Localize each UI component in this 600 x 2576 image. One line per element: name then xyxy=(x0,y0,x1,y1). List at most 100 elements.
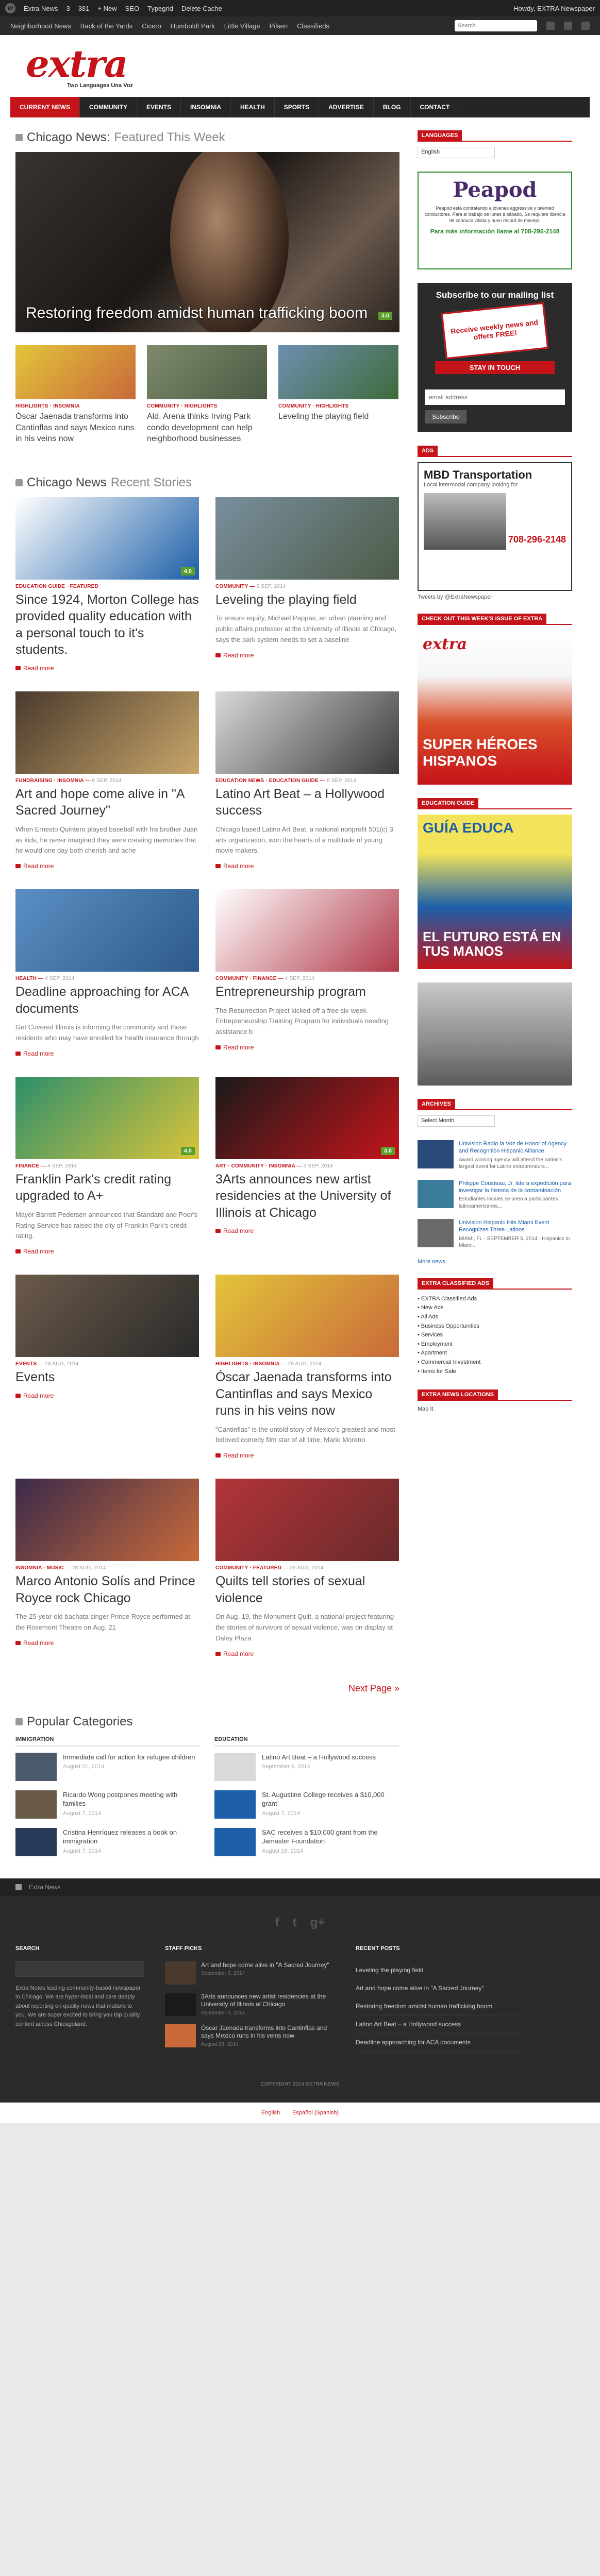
admin-typegrid[interactable]: Typegrid xyxy=(147,5,173,12)
nav-insomnia[interactable]: INSOMNIA xyxy=(181,97,231,117)
footer-recent-link[interactable]: Art and hope come alive in "A Sacred Jou… xyxy=(356,1979,526,1997)
toplink-neighborhood[interactable]: Neighborhood News xyxy=(10,22,71,30)
lang-english[interactable]: English xyxy=(261,2110,280,2116)
popular-title[interactable]: Ricardo Wong postpones meeting with fami… xyxy=(63,1790,200,1808)
read-more-link[interactable]: Read more xyxy=(15,1248,199,1255)
read-more-link[interactable]: Read more xyxy=(15,1392,199,1399)
peapod-ad[interactable]: Peapod Peapod está contratando a jóvenes… xyxy=(418,172,572,269)
twitter-icon[interactable]: t xyxy=(293,1916,297,1930)
read-more-label[interactable]: Read more xyxy=(23,1248,54,1255)
popular-item[interactable]: Latino Art Beat – a Hollywood success Sep… xyxy=(214,1752,399,1781)
college-ad[interactable] xyxy=(418,982,572,1086)
read-more-link[interactable]: Read more xyxy=(15,862,199,870)
classified-link[interactable]: Items for Sale xyxy=(418,1367,572,1377)
read-more-label[interactable]: Read more xyxy=(223,1044,254,1051)
popular-thumb[interactable] xyxy=(15,1752,57,1781)
popular-thumb[interactable] xyxy=(15,1790,57,1819)
googleplus-icon[interactable] xyxy=(581,22,590,30)
post-cat-text[interactable]: INSOMNIA · MUSIC xyxy=(15,1565,64,1571)
post-title[interactable]: Quilts tell stories of sexual violence xyxy=(215,1573,399,1606)
twitter-link[interactable]: Tweets by @ExtraNewspaper xyxy=(418,594,572,600)
twitter-icon[interactable] xyxy=(564,22,572,30)
admin-comments[interactable]: 3 xyxy=(66,5,70,12)
popular-title[interactable]: Latino Art Beat – a Hollywood success xyxy=(262,1753,376,1762)
edu-cover[interactable]: GUÍA EDUCA EL FUTURO ESTÁ EN TUS MANOS xyxy=(418,815,572,969)
post-title[interactable]: Marco Antonio Solís and Prince Royce roc… xyxy=(15,1573,199,1606)
post-title[interactable]: Latino Art Beat – a Hollywood success xyxy=(215,786,399,819)
post-title[interactable]: Franklin Park's credit rating upgraded t… xyxy=(15,1171,199,1205)
nav-contact[interactable]: CONTACT xyxy=(411,97,460,117)
staff-pick-thumb[interactable] xyxy=(165,1961,196,1985)
popular-title[interactable]: Cristina Henríquez releases a book on im… xyxy=(63,1828,200,1846)
popular-item[interactable]: Immediate call for action for refugee ch… xyxy=(15,1752,200,1781)
breadcrumb-item[interactable]: Extra News xyxy=(29,1884,60,1891)
post-category[interactable]: EDUCATION NEWS · EDUCATION GUIDE — 6 SEP… xyxy=(215,778,399,784)
post-image[interactable] xyxy=(215,1479,399,1562)
post-title[interactable]: Deadline approaching for ACA documents xyxy=(15,984,199,1017)
read-more-link[interactable]: Read more xyxy=(15,1050,199,1057)
side-news-thumb[interactable] xyxy=(418,1219,454,1248)
admin-site-link[interactable]: Extra News xyxy=(24,5,58,12)
nav-advertise[interactable]: ADVERTISE xyxy=(319,97,374,117)
next-page-link[interactable]: Next Page » xyxy=(15,1683,399,1694)
staff-pick-title[interactable]: 3Arts announces new artist residencies a… xyxy=(201,1993,335,2009)
card-image[interactable] xyxy=(278,345,398,399)
post-cat-text[interactable]: EDUCATION NEWS · EDUCATION GUIDE xyxy=(215,778,319,784)
classified-link[interactable]: EXTRA Classified Ads xyxy=(418,1295,572,1304)
language-select[interactable]: English xyxy=(418,147,495,158)
post-cat-text[interactable]: HEALTH xyxy=(15,976,37,981)
mbd-ad[interactable]: MBD Transportation Local intermodal comp… xyxy=(418,462,572,591)
toplink-back-of-yards[interactable]: Back of the Yards xyxy=(80,22,132,30)
read-more-link[interactable]: Read more xyxy=(215,1650,399,1657)
post-category[interactable]: COMMUNITY · FEATURED — 26 AUG, 2014 xyxy=(215,1565,399,1571)
classified-link[interactable]: Commercial Investment xyxy=(418,1358,572,1367)
post-image[interactable] xyxy=(15,889,199,972)
post-cat-text[interactable]: EDUCATION GUIDE · FEATURED xyxy=(15,584,98,589)
facebook-icon[interactable]: f xyxy=(275,1916,279,1930)
footer-recent-link[interactable]: Leveling the playing field xyxy=(356,1961,526,1979)
card-image[interactable] xyxy=(147,345,267,399)
read-more-link[interactable]: Read more xyxy=(215,862,399,870)
read-more-label[interactable]: Read more xyxy=(23,1639,54,1647)
featured-card[interactable]: COMMUNITY · HIGHLIGHTS Leveling the playi… xyxy=(278,345,398,445)
post-image[interactable]: 4.0 xyxy=(15,497,199,580)
read-more-label[interactable]: Read more xyxy=(223,862,254,870)
post-cat-text[interactable]: EVENTS xyxy=(15,1361,37,1367)
card-image[interactable] xyxy=(15,345,136,399)
post-image[interactable]: 3.0 xyxy=(215,1076,399,1159)
post-title[interactable]: Entrepreneurship program xyxy=(215,984,399,1001)
staff-pick-title[interactable]: Óscar Jaenada transforms into Cantinflas… xyxy=(201,2024,335,2040)
read-more-label[interactable]: Read more xyxy=(223,1650,254,1657)
archives-select[interactable]: Select Month xyxy=(418,1115,495,1127)
classified-link[interactable]: Services xyxy=(418,1331,572,1340)
read-more-label[interactable]: Read more xyxy=(23,1392,54,1399)
post-image[interactable] xyxy=(15,1479,199,1562)
read-more-link[interactable]: Read more xyxy=(215,1227,399,1234)
post-title[interactable]: Events xyxy=(15,1369,199,1386)
classified-link[interactable]: Apartment xyxy=(418,1349,572,1358)
admin-new[interactable]: + New xyxy=(97,5,116,12)
popular-thumb[interactable] xyxy=(15,1827,57,1856)
popular-title[interactable]: SAC receives a $10,000 grant from the Ja… xyxy=(262,1828,399,1846)
footer-recent-link[interactable]: Deadline approaching for ACA documents xyxy=(356,2033,526,2052)
staff-pick[interactable]: Óscar Jaenada transforms into Cantinflas… xyxy=(165,2024,335,2047)
side-news-item[interactable]: Philippe Cousteau, Jr. lidera expedición… xyxy=(418,1179,572,1210)
card-category[interactable]: COMMUNITY · HIGHLIGHTS xyxy=(278,403,398,409)
popular-item[interactable]: Ricardo Wong postpones meeting with fami… xyxy=(15,1790,200,1819)
card-title[interactable]: Ald. Arena thinks Irving Park condo deve… xyxy=(147,411,267,445)
nav-blog[interactable]: BLOG xyxy=(374,97,411,117)
post-image[interactable] xyxy=(215,691,399,774)
card-title[interactable]: Óscar Jaenada transforms into Cantinflas… xyxy=(15,411,136,445)
post-cat-text[interactable]: COMMUNITY · FINANCE xyxy=(215,976,277,981)
popular-thumb[interactable] xyxy=(214,1827,256,1856)
nav-community[interactable]: COMMUNITY xyxy=(80,97,137,117)
read-more-label[interactable]: Read more xyxy=(223,652,254,659)
staff-pick[interactable]: 3Arts announces new artist residencies a… xyxy=(165,1992,335,2016)
card-category[interactable]: HIGHLIGHTS · INSOMNIA xyxy=(15,403,136,409)
post-cat-text[interactable]: ART · COMMUNITY · INSOMNIA xyxy=(215,1163,295,1169)
classified-link[interactable]: Employment xyxy=(418,1340,572,1349)
top-search-input[interactable] xyxy=(455,20,537,31)
post-category[interactable]: FINANCE — 4 SEP, 2014 xyxy=(15,1163,199,1169)
post-image[interactable] xyxy=(15,1275,199,1358)
nav-events[interactable]: EVENTS xyxy=(137,97,181,117)
